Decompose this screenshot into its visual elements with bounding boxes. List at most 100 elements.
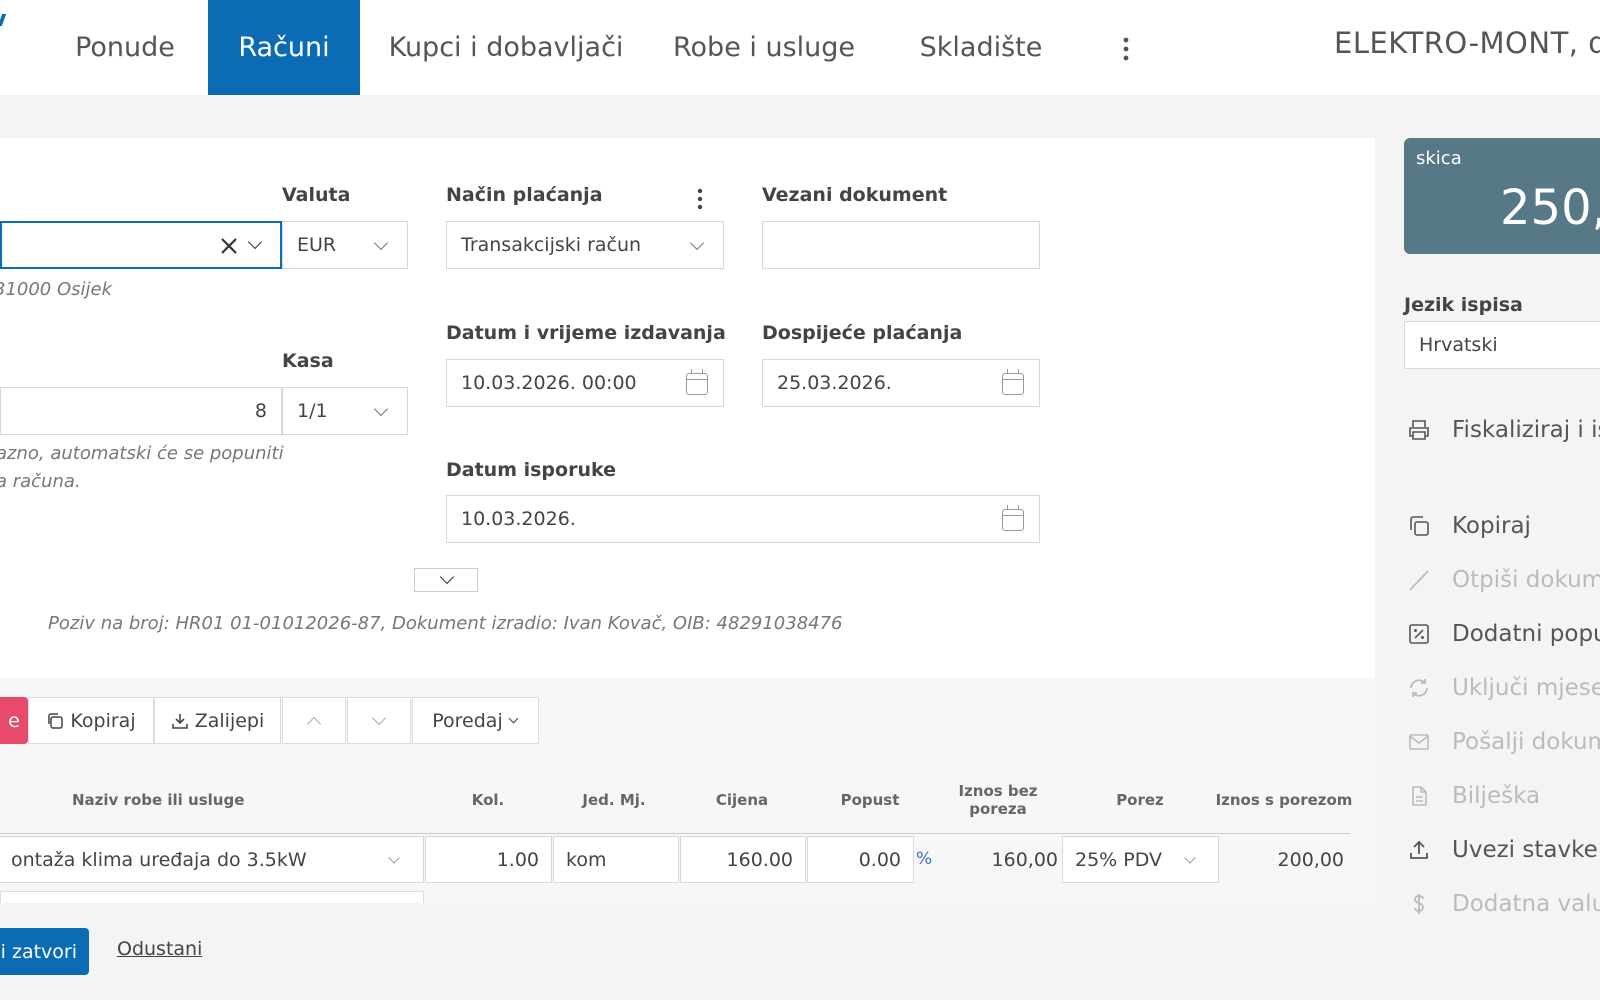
copy-icon [1406,513,1432,539]
clear-icon[interactable] [220,237,238,255]
slash-icon [1406,567,1432,593]
linked-document-input[interactable] [762,221,1040,269]
more-vertical-icon[interactable] [1116,34,1136,64]
column-header-net-amount: Iznos bez poreza [948,782,1048,818]
tab-skladiste[interactable]: Skladište [906,0,1056,95]
action-label: Dodatni popus [1452,621,1600,647]
chevron-down-icon [439,569,455,585]
item-name-select[interactable]: ontaža klima uređaja do 3.5kW [0,836,424,883]
import-items-action[interactable]: Uvezi stavke [1406,837,1598,863]
save-and-close-button[interactable]: i zatvori [0,928,89,975]
action-label: Kopiraj [1452,513,1531,539]
dollar-icon [1406,891,1432,917]
tab-kupci-i-dobavljaci[interactable]: Kupci i dobavljači [372,0,640,95]
top-navigation: Ponude Računi Kupci i dobavljači Robe i … [0,0,1600,95]
delete-button[interactable]: e [0,697,28,744]
write-off-document-action[interactable]: Otpiši dokume [1406,567,1600,593]
copy-document-action[interactable]: Kopiraj [1406,513,1531,539]
register-select[interactable]: 1/1 [282,387,408,435]
sort-button-label: Poredaj [432,709,503,732]
additional-currency-action[interactable]: Dodatna valut [1406,891,1600,917]
calendar-icon[interactable] [1002,505,1024,531]
column-header-name: Naziv robe ili usluge [72,791,245,809]
status-card: skica 250, [1404,138,1600,254]
print-language-label: Jezik ispisa [1404,294,1523,316]
download-icon [171,712,189,730]
move-down-button[interactable] [347,697,411,744]
tab-ponude[interactable]: Ponude [52,0,198,95]
net-header-line: poreza [969,800,1027,818]
copy-button[interactable]: Kopiraj [28,697,154,744]
customer-select[interactable] [0,221,282,269]
copy-button-label: Kopiraj [70,709,136,732]
additional-discount-action[interactable]: Dodatni popus [1406,621,1600,647]
action-label: Otpiši dokume [1452,567,1600,593]
copy-icon [46,712,64,730]
move-up-button[interactable] [282,697,346,744]
paste-button[interactable]: Zalijepi [154,697,281,744]
action-label: Pošalji dokum [1452,729,1600,755]
item-tax-select[interactable]: 25% PDV [1062,836,1219,883]
issue-datetime-label: Datum i vrijeme izdavanja [446,322,726,344]
column-header-qty: Kol. [471,791,505,809]
invoice-number-input[interactable]: 8 [0,387,282,435]
send-document-action[interactable]: Pošalji dokum [1406,729,1600,755]
fiscalize-print-action[interactable]: Fiskaliziraj i isp [1406,417,1600,443]
note-action[interactable]: Bilješka [1406,783,1540,809]
printer-icon [1406,417,1432,443]
company-name[interactable]: ELEKTRO-MONT, d [1334,26,1600,60]
tab-racuni[interactable]: Računi [208,0,360,95]
action-label: Uključi mjeseč [1452,675,1600,701]
table-header-divider [0,833,1350,834]
cancel-link[interactable]: Odustani [117,938,202,960]
customer-address-hint: 31000 Osijek [0,279,113,300]
issue-datetime-input[interactable]: 10.03.2026. 00:00 [446,359,724,407]
item-unit-input[interactable]: kom [553,836,679,883]
net-header-line: Iznos bez [958,782,1038,800]
action-label: Fiskaliziraj i isp [1452,417,1600,443]
calendar-icon[interactable] [1002,369,1024,395]
action-label: Uvezi stavke [1452,837,1598,863]
refresh-icon [1406,675,1432,701]
action-label: Bilješka [1452,783,1541,809]
more-vertical-icon[interactable] [690,186,710,212]
column-header-tax: Porez [1116,791,1164,809]
column-header-discount: Popust [840,791,900,809]
chevron-down-icon [508,713,519,728]
action-label: Dodatna valut [1452,891,1600,917]
currency-label: Valuta [282,184,351,206]
chevron-up-icon [306,716,322,732]
mail-icon [1406,729,1432,755]
invoice-number-hint: azno, automatski će se popuniti [0,443,284,464]
discount-percent-toggle[interactable]: % [916,849,932,869]
include-monthly-action[interactable]: Uključi mjeseč [1406,675,1600,701]
sort-button[interactable]: Poredaj [412,697,539,744]
payment-method-label: Način plaćanja [446,184,603,206]
due-date-input[interactable]: 25.03.2026. [762,359,1040,407]
calendar-icon[interactable] [686,369,708,395]
tab-robe-i-usluge[interactable]: Robe i usluge [664,0,864,95]
item-qty-input[interactable]: 1.00 [425,836,552,883]
invoice-number-hint: a računa. [0,471,81,492]
currency-select[interactable]: EUR [282,221,408,269]
discount-icon [1406,621,1432,647]
delivery-date-label: Datum isporuke [446,459,616,481]
register-label: Kasa [282,350,334,372]
item-discount-input[interactable]: 0.00 [807,836,914,883]
reference-info: Poziv na broj: HR01 01-01012026-87, Doku… [48,613,843,634]
column-header-price: Cijena [715,791,769,809]
item-price-input[interactable]: 160.00 [680,836,806,883]
due-date-label: Dospijeće plaćanja [762,322,963,344]
delivery-date-input[interactable]: 10.03.2026. [446,495,1040,543]
linked-document-label: Vezani dokument [762,184,948,206]
paste-button-label: Zalijepi [194,709,265,732]
total-amount: 250, [1500,180,1600,236]
table-row [0,891,424,903]
print-language-select[interactable]: Hrvatski [1404,321,1600,369]
payment-method-select[interactable]: Transakcijski račun [446,221,724,269]
expand-more-button[interactable] [414,568,478,592]
chevron-down-icon [371,710,387,726]
column-header-unit: Jed. Mj. [582,791,646,809]
item-net-amount: 160,00 [991,849,1058,871]
note-icon [1406,783,1432,809]
